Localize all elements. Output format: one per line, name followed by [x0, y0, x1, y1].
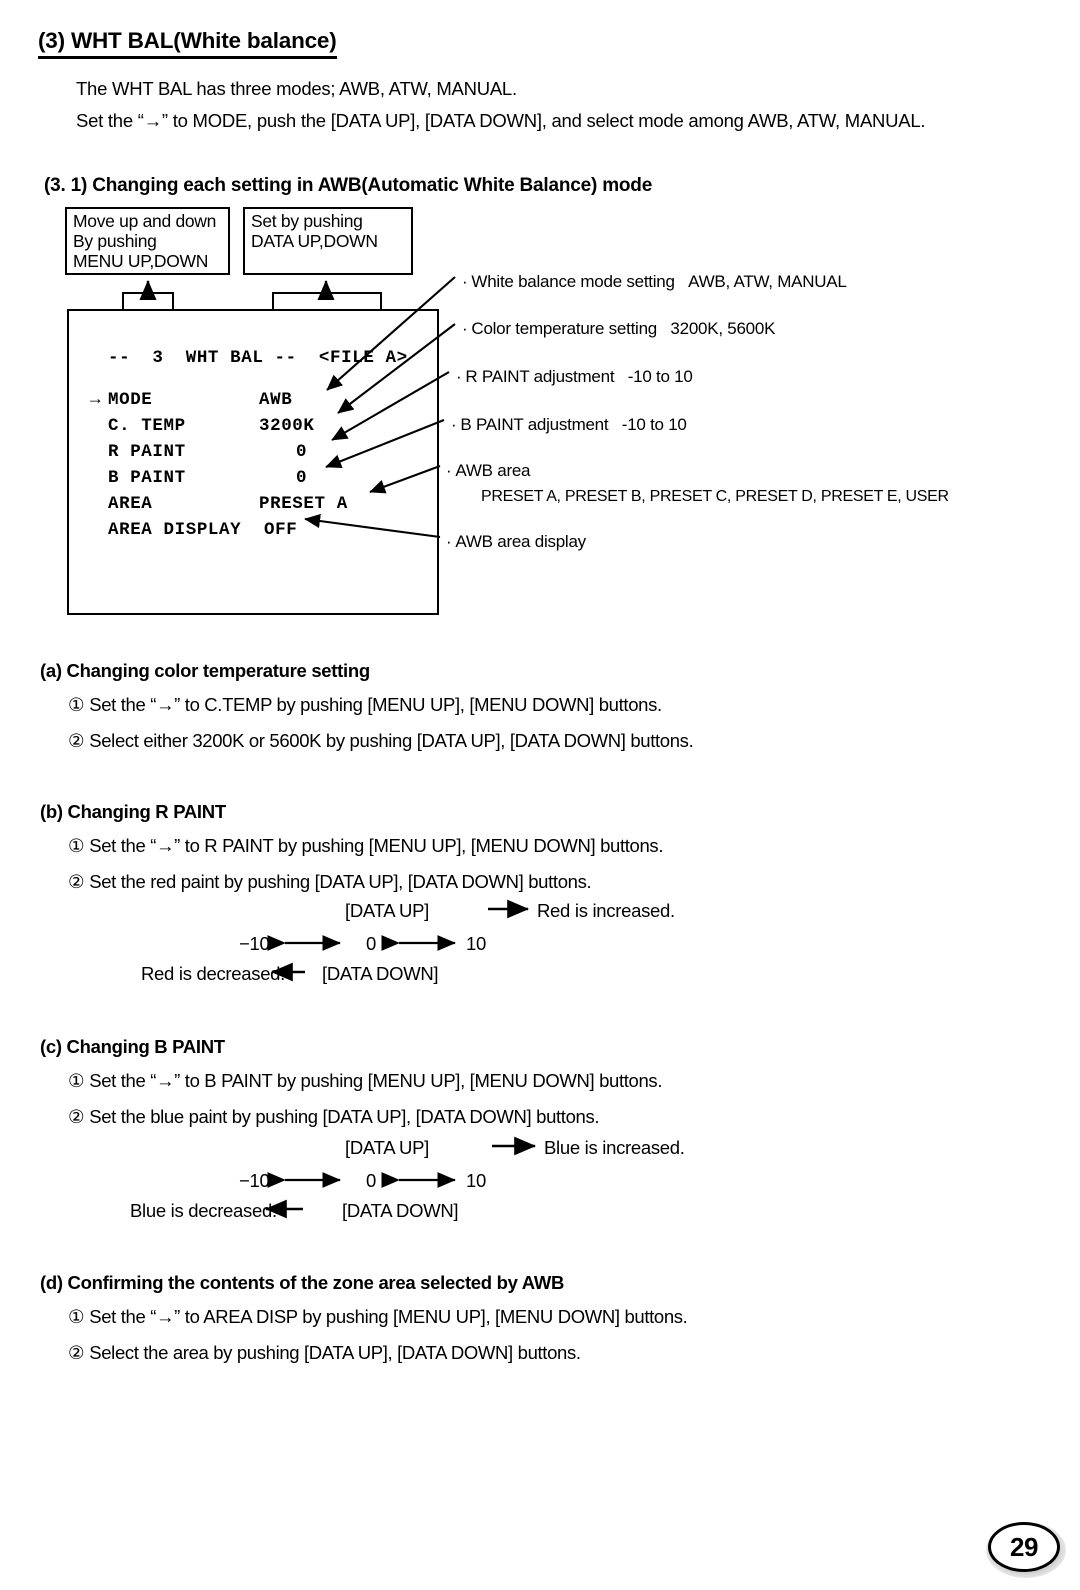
item-b-scale-max: 10: [466, 933, 486, 954]
menu-row-bpaint-value[interactable]: 0: [296, 468, 307, 488]
item-b-decrease-key: [DATA DOWN]: [322, 963, 439, 984]
menu-row-ctemp-label: C. TEMP: [108, 416, 186, 436]
menu-row-areadisplay-value[interactable]: OFF: [264, 520, 297, 540]
bullet-dot: ·: [446, 461, 452, 480]
annotation-b-paint-name: B PAINT adjustment: [460, 415, 609, 434]
intro-line-1: The WHT BAL has three modes; AWB, ATW, M…: [76, 78, 517, 99]
item-d-step-1: ① Set the “→” to AREA DISP by pushing [ME…: [68, 1306, 688, 1328]
menu-row-mode-value[interactable]: AWB: [259, 390, 292, 410]
item-d-step-2: ② Select the area by pushing [DATA UP], […: [68, 1342, 581, 1364]
step-number: ②: [68, 1106, 85, 1127]
annotation-awb-area-display-name: AWB area display: [455, 532, 586, 551]
item-c-scale-mid: 0: [366, 1170, 376, 1191]
step-number: ②: [68, 730, 85, 751]
callout-box-data-updown: Set by pushing DATA UP,DOWN: [243, 207, 413, 275]
item-c-scale-min: −10: [239, 1170, 270, 1191]
annotation-r-paint: · R PAINT adjustment -10 to 10: [456, 367, 693, 387]
step-number: ①: [68, 835, 85, 856]
item-b-title: (b) Changing R PAINT: [40, 801, 226, 822]
item-b-step-1: ① Set the “→” to R PAINT by pushing [MENU…: [68, 835, 663, 857]
item-b-decrease-text: Red is decreased.: [141, 963, 286, 984]
annotation-r-paint-values: -10 to 10: [627, 367, 693, 386]
callout-right-line1: Set by pushing: [251, 211, 363, 231]
callout-left-line1: Move up and down: [73, 211, 217, 231]
annotation-awb-area: · AWB area: [446, 461, 531, 481]
annotation-r-paint-name: R PAINT adjustment: [465, 367, 615, 386]
item-a-step-2-text: Select either 3200K or 5600K by pushing …: [89, 730, 694, 751]
step-number: ①: [68, 1306, 85, 1327]
item-c-decrease-text: Blue is decreased.: [130, 1200, 277, 1221]
item-d-step-1-text: Set the “→” to AREA DISP by pushing [MEN…: [89, 1306, 688, 1327]
bullet-dot: ·: [462, 319, 468, 338]
bullet-dot: ·: [456, 367, 462, 386]
menu-row-bpaint-label: B PAINT: [108, 468, 186, 488]
item-c-increase-text: Blue is increased.: [544, 1137, 685, 1158]
annotation-awb-area-presets: PRESET A, PRESET B, PRESET C, PRESET D, …: [481, 488, 949, 505]
menu-screen-title: -- 3 WHT BAL -- <FILE A>: [108, 348, 408, 368]
item-c-step-1: ① Set the “→” to B PAINT by pushing [MENU…: [68, 1070, 662, 1092]
annotation-b-paint: · B PAINT adjustment -10 to 10: [451, 415, 687, 435]
annotation-color-temp: · Color temperature setting 3200K, 5600K: [462, 319, 775, 339]
item-b-increase-text: Red is increased.: [537, 900, 675, 921]
item-c-step-1-text: Set the “→” to B PAINT by pushing [MENU …: [89, 1070, 663, 1091]
item-a-step-1-text: Set the “→” to C.TEMP by pushing [MENU U…: [89, 694, 662, 715]
item-d-title: (d) Confirming the contents of the zone …: [40, 1272, 565, 1293]
step-number: ②: [68, 871, 85, 892]
item-a-title: (a) Changing color temperature setting: [40, 660, 370, 681]
item-c-decrease-key: [DATA DOWN]: [342, 1200, 459, 1221]
step-number: ①: [68, 1070, 85, 1091]
callout-left-line3: MENU UP,DOWN: [73, 250, 209, 271]
annotation-awb-area-display: · AWB area display: [446, 532, 586, 552]
item-c-increase-key: [DATA UP]: [345, 1137, 429, 1158]
menu-row-area-label: AREA: [108, 494, 153, 514]
bullet-dot: ·: [446, 532, 452, 551]
item-b-step-2-text: Set the red paint by pushing [DATA UP], …: [89, 871, 592, 892]
item-b-step-1-text: Set the “→” to R PAINT by pushing [MENU …: [89, 835, 664, 856]
intro-line-2: Set the “→” to MODE, push the [DATA UP],…: [76, 110, 926, 131]
annotation-color-temp-name: Color temperature setting: [471, 319, 657, 338]
item-b-scale-min: −10: [239, 933, 270, 954]
menu-row-ctemp-value[interactable]: 3200K: [259, 416, 315, 436]
menu-row-mode-label: MODE: [108, 390, 153, 410]
menu-row-areadisplay-label: AREA DISPLAY: [108, 520, 242, 540]
section-heading: (3) WHT BAL(White balance): [38, 28, 337, 59]
step-number: ②: [68, 1342, 85, 1363]
item-c-scale-max: 10: [466, 1170, 486, 1191]
item-c-title: (c) Changing B PAINT: [40, 1036, 225, 1057]
callout-right-line2: DATA UP,DOWN: [251, 230, 378, 251]
menu-row-mode-cursor: →: [90, 390, 102, 410]
annotation-wb-mode-values: AWB, ATW, MANUAL: [688, 272, 847, 291]
callout-left-line2: By pushing: [73, 230, 157, 251]
bullet-dot: ·: [451, 415, 457, 434]
item-d-step-2-text: Select the area by pushing [DATA UP], [D…: [89, 1342, 581, 1363]
menu-row-rpaint-value[interactable]: 0: [296, 442, 307, 462]
item-c-step-2-text: Set the blue paint by pushing [DATA UP],…: [89, 1106, 600, 1127]
item-b-scale-mid: 0: [366, 933, 376, 954]
annotation-wb-mode-name: White balance mode setting: [471, 272, 675, 291]
menu-tab-left: [122, 292, 174, 310]
bullet-dot: ·: [462, 272, 468, 291]
menu-row-area-value[interactable]: PRESET A: [259, 494, 348, 514]
step-number: ①: [68, 694, 85, 715]
annotation-color-temp-values: 3200K, 5600K: [670, 319, 776, 338]
page-number-badge: 29: [988, 1522, 1060, 1572]
manual-page: (3) WHT BAL(White balance) The WHT BAL h…: [0, 0, 1080, 1590]
item-b-increase-key: [DATA UP]: [345, 900, 429, 921]
callout-box-menu-updown: Move up and down By pushing MENU UP,DOWN: [65, 207, 230, 275]
annotation-b-paint-values: -10 to 10: [621, 415, 687, 434]
subsection-heading: (3. 1) Changing each setting in AWB(Auto…: [44, 175, 653, 196]
item-a-step-1: ① Set the “→” to C.TEMP by pushing [MENU …: [68, 694, 662, 716]
annotation-awb-area-name: AWB area: [455, 461, 531, 480]
item-b-step-2: ② Set the red paint by pushing [DATA UP],…: [68, 871, 592, 893]
annotation-wb-mode: · White balance mode setting AWB, ATW, MA…: [462, 272, 847, 292]
menu-tab-right: [272, 292, 382, 310]
item-c-step-2: ② Set the blue paint by pushing [DATA UP]…: [68, 1106, 600, 1128]
item-a-step-2: ② Select either 3200K or 5600K by pushing…: [68, 730, 694, 752]
menu-row-rpaint-label: R PAINT: [108, 442, 186, 462]
